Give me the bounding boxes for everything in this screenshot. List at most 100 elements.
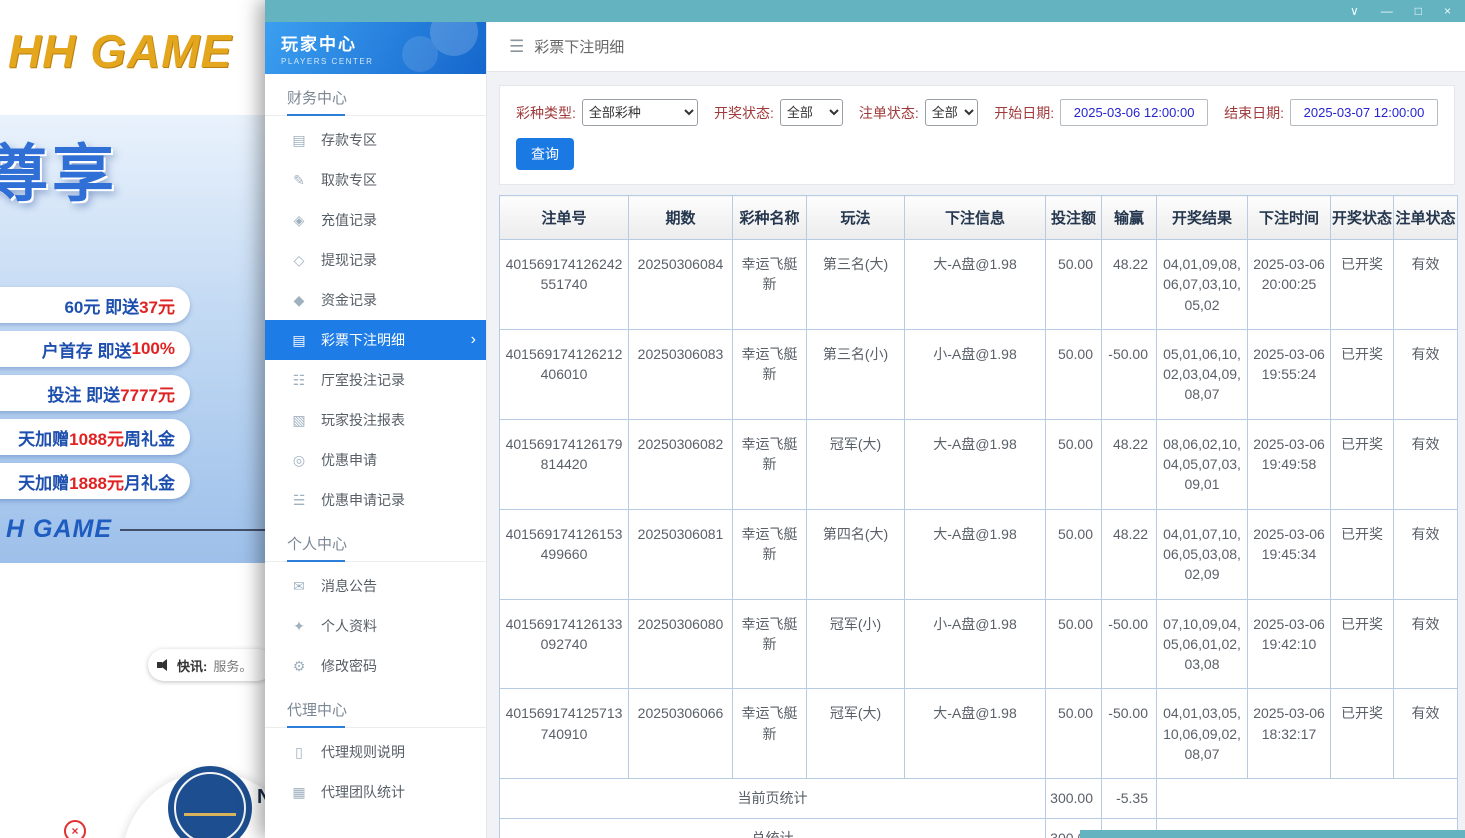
cell-period: 20250306066 (629, 689, 733, 779)
cell-order_status: 有效 (1394, 329, 1458, 419)
hamburger-icon[interactable]: ☰ (509, 37, 524, 57)
cell-bet_id: 401569174126133092740 (500, 599, 629, 689)
sidebar-item-bet-details[interactable]: ▤彩票下注明细› (265, 320, 486, 360)
sidebar-item-deposit-zone[interactable]: ▤存款专区› (265, 120, 486, 160)
cell-period: 20250306080 (629, 599, 733, 689)
cell-bet_info: 大-A盘@1.98 (905, 509, 1046, 599)
start-date-label: 开始日期: (994, 103, 1054, 123)
promo-pill: 户首存 即送100% (0, 331, 190, 367)
sidebar-item-agent-team-stats[interactable]: ▦代理团队统计› (265, 772, 486, 812)
sidebar-item-label: 修改密码 (321, 656, 377, 676)
sidebar-item-label: 充值记录 (321, 210, 377, 230)
cell-win_loss: 48.22 (1102, 509, 1157, 599)
col-header-lottery: 彩种名称 (733, 196, 807, 240)
total-summary-label: 总统计 (500, 818, 1046, 838)
close-button[interactable]: × (1444, 5, 1451, 17)
cell-result: 05,01,06,10,02,03,04,09,08,07 (1157, 329, 1248, 419)
chevron-right-icon: › (471, 171, 476, 189)
sidebar-item-label: 优惠申请记录 (321, 490, 405, 510)
chevron-right-icon: › (471, 331, 476, 349)
col-header-play: 玩法 (807, 196, 905, 240)
withdraw-zone-icon: ✎ (291, 172, 307, 189)
chevron-right-icon: › (471, 451, 476, 469)
sidebar-item-profile[interactable]: ✦个人资料› (265, 606, 486, 646)
cell-bet_time: 2025-03-06 18:32:17 (1248, 689, 1331, 779)
hgame-footer-logo: H GAME (6, 515, 280, 544)
table-row: 40156917412617981442020250306082幸运飞艇新冠军(… (500, 419, 1458, 509)
cell-bet_id: 401569174126212406010 (500, 329, 629, 419)
sidebar-section-title: 财务中心 (287, 90, 347, 107)
sidebar-item-label: 彩票下注明细 (321, 330, 405, 350)
window-frame-edge (1080, 830, 1465, 838)
sidebar-item-player-bet-report[interactable]: ▧玩家投注报表› (265, 400, 486, 440)
sidebar-item-promo-apply[interactable]: ◎优惠申请› (265, 440, 486, 480)
cell-period: 20250306081 (629, 509, 733, 599)
sidebar-section-head: 代理中心 (265, 686, 486, 728)
cell-order_status: 有效 (1394, 240, 1458, 330)
sidebar-item-withdraw-zone[interactable]: ✎取款专区› (265, 160, 486, 200)
cell-bet_id: 401569174125713740910 (500, 689, 629, 779)
cell-play: 第三名(大) (807, 240, 905, 330)
cell-result: 04,01,09,08,06,07,03,10,05,02 (1157, 240, 1248, 330)
filter-panel: 彩种类型: 全部彩种 开奖状态: 全部 注单状态: 全部 (499, 85, 1455, 185)
table-row: 40156917412621240601020250306083幸运飞艇新第三名… (500, 329, 1458, 419)
chevron-right-icon: › (471, 371, 476, 389)
cell-draw_status: 已开奖 (1331, 599, 1394, 689)
end-date-input[interactable] (1290, 99, 1438, 126)
main-scroll[interactable]: 彩种类型: 全部彩种 开奖状态: 全部 注单状态: 全部 (487, 72, 1465, 838)
chevron-right-icon: › (471, 577, 476, 595)
chevron-right-icon: › (471, 211, 476, 229)
sidebar-item-promo-apply-records[interactable]: ☱优惠申请记录› (265, 480, 486, 520)
table-row: 40156917412613309274020250306080幸运飞艇新冠军(… (500, 599, 1458, 689)
profile-icon: ✦ (291, 618, 307, 635)
sidebar-item-change-password[interactable]: ⚙修改密码› (265, 646, 486, 686)
floating-close-icon[interactable]: × (64, 820, 86, 838)
window-menu-icon[interactable]: ∨ (1350, 5, 1359, 17)
search-button[interactable]: 查询 (516, 138, 574, 170)
lottery-type-label: 彩种类型: (516, 103, 576, 123)
cell-draw_status: 已开奖 (1331, 509, 1394, 599)
sidebar-subtitle: PLAYERS CENTER (281, 57, 486, 66)
chevron-right-icon: › (471, 131, 476, 149)
promo-pill: 60元 即送37元 (0, 287, 190, 323)
deposit-zone-icon: ▤ (291, 132, 307, 149)
chevron-right-icon: › (471, 251, 476, 269)
minimize-button[interactable]: — (1381, 5, 1393, 17)
lottery-type-select[interactable]: 全部彩种 (582, 99, 698, 126)
speaker-icon (157, 659, 171, 671)
cell-play: 冠军(大) (807, 419, 905, 509)
col-header-amount: 投注额 (1046, 196, 1102, 240)
ticker-text: 服务。 (213, 656, 252, 675)
promo-banner: 尊享 60元 即送37元户首存 即送100%投注 即送7777元天加赠1088元… (0, 115, 265, 563)
cell-bet_id: 401569174126179814420 (500, 419, 629, 509)
sidebar-item-label: 厅室投注记录 (321, 370, 405, 390)
cell-bet_info: 大-A盘@1.98 (905, 689, 1046, 779)
cell-amount: 50.00 (1046, 329, 1102, 419)
order-status-select[interactable]: 全部 (925, 99, 978, 126)
cell-order_status: 有效 (1394, 509, 1458, 599)
draw-status-select[interactable]: 全部 (780, 99, 843, 126)
ticker-label: 快讯: (177, 656, 207, 675)
cell-bet_time: 2025-03-06 19:42:10 (1248, 599, 1331, 689)
promo-headline: 尊享 (0, 123, 118, 213)
sidebar-item-announcements[interactable]: ✉消息公告› (265, 566, 486, 606)
sidebar-item-funds-records[interactable]: ◆资金记录› (265, 280, 486, 320)
sidebar-section-head: 个人中心 (265, 520, 486, 562)
sidebar-item-label: 资金记录 (321, 290, 377, 310)
maximize-button[interactable]: □ (1415, 5, 1422, 17)
cell-win_loss: 48.22 (1102, 419, 1157, 509)
sidebar-item-recharge-records[interactable]: ◈充值记录› (265, 200, 486, 240)
cell-amount: 50.00 (1046, 689, 1102, 779)
cell-play: 冠军(大) (807, 689, 905, 779)
start-date-input[interactable] (1060, 99, 1208, 126)
sidebar-section-title: 个人中心 (287, 536, 347, 553)
cell-play: 第三名(小) (807, 329, 905, 419)
cell-win_loss: -50.00 (1102, 599, 1157, 689)
sidebar: 玩家中心 PLAYERS CENTER 财务中心▤存款专区›✎取款专区›◈充值记… (265, 22, 487, 838)
cell-play: 冠军(小) (807, 599, 905, 689)
sidebar-item-hall-bet-records[interactable]: ☷厅室投注记录› (265, 360, 486, 400)
cell-lottery: 幸运飞艇新 (733, 689, 807, 779)
sidebar-item-agent-rules[interactable]: ▯代理规则说明› (265, 732, 486, 772)
agent-rules-icon: ▯ (291, 744, 307, 761)
sidebar-item-withdraw-records[interactable]: ◇提现记录› (265, 240, 486, 280)
